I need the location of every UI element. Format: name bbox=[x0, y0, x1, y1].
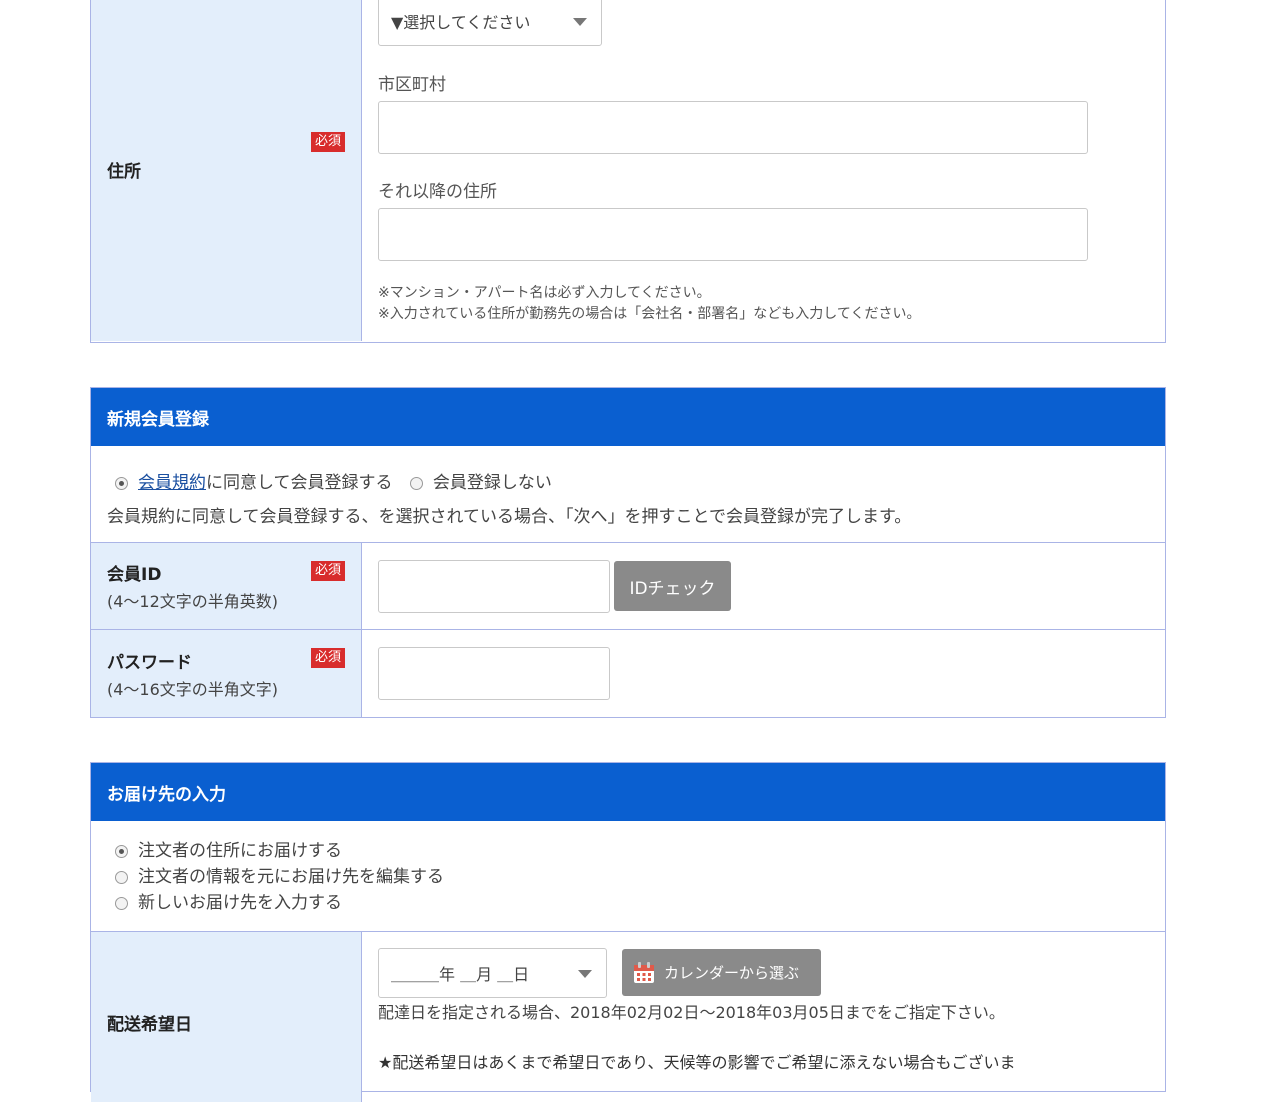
address-label-cell: 住所 必須 bbox=[91, 0, 362, 341]
member-agree-row: 会員規約に同意して会員登録する 会員登録しない 会員規約に同意して会員登録する、… bbox=[91, 446, 1165, 543]
delivery-date-note-2: ★配送希望日はあくまで希望日であり、天候等の影響でご希望に添えない場合もございま bbox=[378, 1053, 1016, 1072]
delivery-date-select[interactable]: ＿＿＿年 ＿月 ＿日 bbox=[378, 948, 607, 998]
address-note-2: ※入力されている住所が勤務先の場合は「会社名・部署名」なども入力してください。 bbox=[378, 306, 921, 322]
terms-link[interactable]: 会員規約 bbox=[138, 473, 206, 493]
delivery-date-input-cell: ＿＿＿年 ＿月 ＿日 カレンダーから選ぶ 配達日を指定される場合、2018年02… bbox=[362, 932, 1165, 1102]
address-input-cell: ▼選択してください 市区町村 それ以降の住所 ※マンション・アパート名は必ず入力… bbox=[362, 0, 1165, 341]
delivery-option-label: 注文者の情報を元にお届け先を編集する bbox=[138, 867, 444, 887]
required-badge: 必須 bbox=[310, 561, 345, 581]
member-id-label: 会員ID bbox=[107, 565, 162, 585]
member-registration-section: 新規会員登録 会員規約に同意して会員登録する 会員登録しない 会員規約に同意して… bbox=[90, 387, 1166, 718]
prefecture-select[interactable]: ▼選択してください bbox=[378, 0, 602, 46]
delivery-date-note: 配達日を指定される場合、2018年02月02日〜2018年03月05日までをご指… bbox=[378, 1003, 1005, 1022]
delivery-date-label: 配送希望日 bbox=[107, 1015, 192, 1035]
required-badge: 必須 bbox=[310, 648, 345, 668]
delivery-options-row: 注文者の住所にお届けする 注文者の情報を元にお届け先を編集する 新しいお届け先を… bbox=[91, 821, 1165, 932]
member-id-input[interactable] bbox=[378, 560, 610, 613]
password-label-cell: パスワード (4〜16文字の半角文字) 必須 bbox=[91, 630, 362, 717]
member-id-row: 会員ID (4〜12文字の半角英数) 必須 IDチェック bbox=[91, 543, 1165, 630]
member-id-label-cell: 会員ID (4〜12文字の半角英数) 必須 bbox=[91, 543, 362, 629]
address-section: 住所 必須 ▼選択してください 市区町村 それ以降の住所 ※マンション・アパート… bbox=[90, 0, 1166, 343]
member-id-input-cell: IDチェック bbox=[362, 543, 1165, 629]
member-radio-group: 会員規約に同意して会員登録する 会員登録しない bbox=[107, 468, 1149, 493]
password-hint: (4〜16文字の半角文字) bbox=[107, 679, 279, 699]
address-label: 住所 bbox=[107, 162, 141, 182]
delivery-option-label: 新しいお届け先を入力する bbox=[138, 893, 342, 913]
no-register-radio[interactable] bbox=[409, 476, 423, 490]
agree-register-radio[interactable] bbox=[115, 476, 128, 490]
password-label: パスワード bbox=[107, 652, 192, 673]
agree-register-label: に同意して会員登録する bbox=[206, 473, 393, 493]
member-id-hint: (4〜12文字の半角英数) bbox=[107, 592, 279, 611]
chevron-down-icon bbox=[573, 18, 587, 26]
city-input[interactable] bbox=[378, 101, 1088, 154]
password-row: パスワード (4〜16文字の半角文字) 必須 bbox=[91, 630, 1165, 717]
delivery-option-3[interactable]: 新しいお届け先を入力する bbox=[115, 890, 1141, 916]
order-form-page: 住所 必須 ▼選択してください 市区町村 それ以降の住所 ※マンション・アパート… bbox=[0, 0, 1280, 1102]
member-info-text: 会員規約に同意して会員登録する、を選択されている場合、「次へ」を押すことで会員登… bbox=[107, 507, 912, 527]
prefecture-select-value: ▼選択してください bbox=[391, 13, 531, 32]
rest-address-input[interactable] bbox=[378, 208, 1088, 261]
delivery-date-label-cell: 配送希望日 bbox=[91, 932, 362, 1102]
delivery-option-radio[interactable] bbox=[115, 844, 128, 858]
delivery-date-select-value: ＿＿＿年 ＿月 ＿日 bbox=[391, 965, 530, 984]
delivery-section-header: お届け先の入力 bbox=[91, 763, 1165, 821]
password-input-cell bbox=[362, 630, 1165, 717]
password-input[interactable] bbox=[378, 647, 610, 700]
no-register-label: 会員登録しない bbox=[432, 473, 552, 493]
member-section-header: 新規会員登録 bbox=[91, 388, 1165, 446]
delivery-section: お届け先の入力 注文者の住所にお届けする 注文者の情報を元にお届け先を編集する … bbox=[90, 762, 1166, 1102]
city-label: 市区町村 bbox=[378, 75, 446, 95]
address-note-1: ※マンション・アパート名は必ず入力してください。 bbox=[378, 285, 711, 301]
address-notes: ※マンション・アパート名は必ず入力してください。 ※入力されている住所が勤務先の… bbox=[378, 283, 920, 325]
calendar-button-label: カレンダーから選ぶ bbox=[664, 964, 800, 982]
delivery-option-1[interactable]: 注文者の住所にお届けする bbox=[115, 838, 1141, 864]
delivery-option-label: 注文者の住所にお届けする bbox=[138, 841, 342, 861]
delivery-date-row: 配送希望日 ＿＿＿年 ＿月 ＿日 カレンダーから選ぶ 配達日を指定される場合、2… bbox=[91, 932, 1165, 1102]
calendar-button[interactable]: カレンダーから選ぶ bbox=[622, 949, 821, 996]
chevron-down-icon bbox=[578, 970, 592, 978]
required-badge: 必須 bbox=[310, 132, 345, 152]
calendar-icon bbox=[634, 961, 654, 983]
delivery-option-radio[interactable] bbox=[115, 896, 128, 910]
rest-address-label: それ以降の住所 bbox=[378, 182, 497, 202]
delivery-option-2[interactable]: 注文者の情報を元にお届け先を編集する bbox=[115, 864, 1141, 890]
delivery-option-radio[interactable] bbox=[115, 870, 128, 884]
id-check-button[interactable]: IDチェック bbox=[614, 561, 731, 611]
